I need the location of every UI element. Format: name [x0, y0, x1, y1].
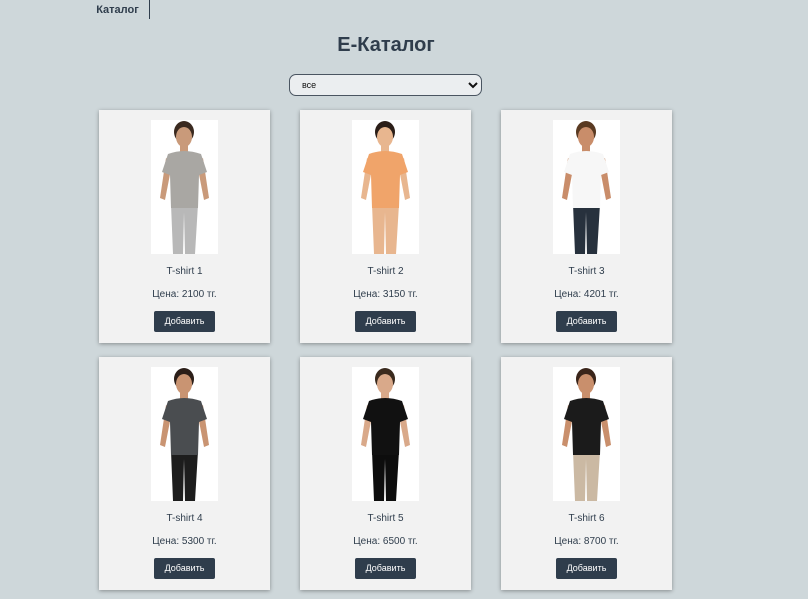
add-to-cart-button[interactable]: Добавить — [154, 558, 215, 579]
add-to-cart-button[interactable]: Добавить — [556, 558, 617, 579]
model-figure — [160, 121, 209, 254]
product-image — [151, 120, 218, 254]
model-figure — [562, 368, 611, 501]
add-to-cart-button[interactable]: Добавить — [154, 311, 215, 332]
model-legs — [573, 204, 600, 254]
model-figure — [361, 121, 410, 254]
add-to-cart-button[interactable]: Добавить — [355, 558, 416, 579]
product-image — [553, 120, 620, 254]
model-head — [377, 127, 393, 147]
product-name: T-shirt 3 — [568, 266, 605, 277]
product-image — [553, 367, 620, 501]
model-legs — [171, 451, 198, 501]
model-figure — [562, 121, 611, 254]
product-price: Цена: 3150 тг. — [353, 289, 418, 300]
nav-link-catalog[interactable]: Каталог — [86, 0, 150, 19]
model-head — [377, 374, 393, 394]
product-card: T-shirt 6 Цена: 8700 тг. Добавить — [501, 357, 672, 590]
model-figure — [160, 368, 209, 501]
model-legs — [372, 204, 399, 254]
page-title: E-Каталог — [337, 34, 435, 56]
product-price: Цена: 8700 тг. — [554, 536, 619, 547]
add-to-cart-button[interactable]: Добавить — [556, 311, 617, 332]
product-name: T-shirt 6 — [568, 513, 605, 524]
product-price: Цена: 2100 тг. — [152, 289, 217, 300]
model-legs — [573, 451, 600, 501]
product-card: T-shirt 3 Цена: 4201 тг. Добавить — [501, 110, 672, 343]
product-image — [151, 367, 218, 501]
top-navigation: Каталог — [0, 0, 808, 20]
product-name: T-shirt 2 — [367, 266, 404, 277]
product-price: Цена: 6500 тг. — [353, 536, 418, 547]
product-price: Цена: 4201 тг. — [554, 289, 619, 300]
product-card: T-shirt 1 Цена: 2100 тг. Добавить — [99, 110, 270, 343]
model-head — [176, 374, 192, 394]
model-legs — [171, 204, 198, 254]
model-legs — [372, 451, 399, 501]
product-name: T-shirt 4 — [166, 513, 203, 524]
model-head — [578, 374, 594, 394]
model-figure — [361, 368, 410, 501]
product-name: T-shirt 1 — [166, 266, 203, 277]
product-name: T-shirt 5 — [367, 513, 404, 524]
category-filter-select[interactable]: все — [289, 74, 482, 96]
product-image — [352, 367, 419, 501]
model-head — [578, 127, 594, 147]
product-image — [352, 120, 419, 254]
product-card: T-shirt 5 Цена: 6500 тг. Добавить — [300, 357, 471, 590]
product-card: T-shirt 4 Цена: 5300 тг. Добавить — [99, 357, 270, 590]
product-card: T-shirt 2 Цена: 3150 тг. Добавить — [300, 110, 471, 343]
model-head — [176, 127, 192, 147]
product-price: Цена: 5300 тг. — [152, 536, 217, 547]
add-to-cart-button[interactable]: Добавить — [355, 311, 416, 332]
